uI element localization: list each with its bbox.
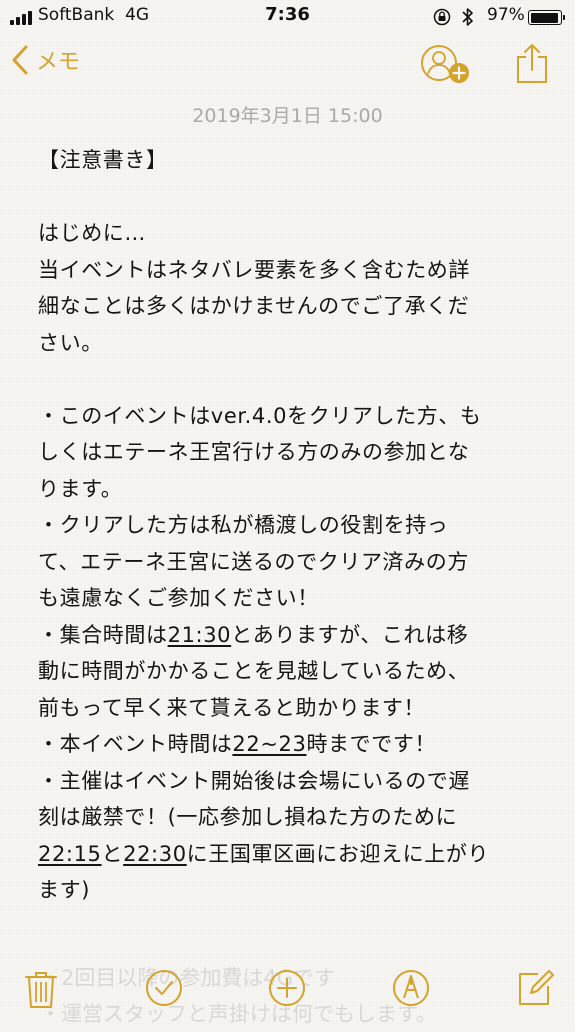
- note-line-text: ります。: [38, 476, 123, 501]
- note-line-text: 当イベントはネタバレ要素を多く含むため詳: [38, 257, 470, 282]
- note-line-text: ・クリアした方は私が橋渡しの役割を持っ: [38, 513, 449, 537]
- status-bar: SoftBank 4G 7:36 97%: [0, 0, 575, 34]
- note-line-text: 細なことは多くはかけませんのでご了承くだ: [38, 294, 470, 318]
- orientation-lock-icon: [433, 8, 451, 26]
- note-line-text: とありますが、これは移: [231, 622, 469, 647]
- note-line-text: ・本イベント時間は: [38, 732, 233, 756]
- note-line: て、エテーネ王宮に送るのでクリア済みの方: [38, 544, 550, 581]
- note-line: [38, 179, 550, 216]
- battery-percent: 97%: [487, 5, 525, 25]
- underlined-time: 21:30: [167, 622, 232, 647]
- note-line: ・本イベント時間は22~23時までです！: [38, 726, 550, 763]
- note-line: ・クリアした方は私が橋渡しの役割を持っ: [38, 507, 550, 544]
- note-line: 22:15と22:30に王国軍区画にお迎えに上がり: [38, 836, 550, 873]
- note-line-text: 時までです！: [306, 732, 437, 756]
- note-line-text: 前もって早く来て貰えると助かります！: [38, 695, 426, 720]
- note-line: 刻は厳禁で！(一応参加し損ねた方のために: [38, 799, 550, 836]
- note-line-text: も遠慮なくご参加ください！: [38, 586, 319, 610]
- back-button-label: メモ: [36, 50, 81, 75]
- note-line-text: ます): [38, 878, 90, 902]
- note-line-text: ・集合時間は: [38, 622, 168, 647]
- note-line: ・集合時間は21:30とありますが、これは移: [38, 617, 550, 654]
- note-line: 当イベントはネタバレ要素を多く含むため詳: [38, 252, 550, 289]
- note-line: はじめに…: [38, 215, 550, 252]
- note-line-text: しくはエテーネ王宮行ける方のみの参加とな: [38, 440, 470, 464]
- person-add-icon[interactable]: [420, 44, 474, 86]
- add-icon[interactable]: [267, 968, 307, 1008]
- note-line: 【注意書き】: [38, 142, 550, 179]
- note-line-text: ・このイベントはver.4.0をクリアした方、も: [38, 403, 482, 428]
- note-line-text: さい。: [38, 330, 103, 355]
- note-line: ります。: [38, 471, 550, 508]
- note-line-text: 動に時間がかかることを見越しているため、: [38, 659, 470, 683]
- note-line-text: ・主催はイベント開始後は会場にいるので遅: [38, 768, 470, 793]
- battery-fill: [530, 12, 558, 23]
- note-line: ます): [38, 872, 550, 909]
- trash-icon[interactable]: [24, 970, 58, 1010]
- note-line-text: はじめに…: [38, 221, 146, 245]
- bluetooth-icon: [462, 8, 473, 26]
- note-line: さい。: [38, 325, 550, 362]
- share-icon[interactable]: [515, 42, 549, 84]
- note-line-text: と: [101, 841, 124, 866]
- underlined-time: 22:30: [123, 841, 187, 866]
- bottom-toolbar: [0, 958, 575, 1024]
- markup-icon[interactable]: [391, 968, 431, 1008]
- note-line: [38, 361, 550, 398]
- battery-icon: [528, 10, 565, 25]
- note-date: 2019年3月1日 15:00: [192, 105, 383, 127]
- checklist-icon[interactable]: [144, 968, 184, 1008]
- underlined-time: 22:15: [38, 841, 102, 866]
- note-line-text: 【注意書き】: [38, 148, 168, 172]
- note-line-text: に王国軍区画にお迎えに上がり: [186, 841, 490, 866]
- note-line: 細なことは多くはかけませんのでご了承くだ: [38, 288, 550, 325]
- note-text[interactable]: 【注意書き】 はじめに… 当イベントはネタバレ要素を多く含むため詳 細なことは多くはか…: [38, 142, 550, 909]
- note-line: しくはエテーネ王宮行ける方のみの参加とな: [38, 434, 550, 471]
- compose-icon[interactable]: [516, 970, 554, 1008]
- note-line: 動に時間がかかることを見越しているため、: [38, 653, 550, 690]
- note-line: 前もって早く来て貰えると助かります！: [38, 690, 550, 727]
- note-line: も遠慮なくご参加ください！: [38, 580, 550, 617]
- chevron-left-icon: [12, 45, 28, 75]
- underlined-time: 22~23: [232, 732, 307, 756]
- note-line: ・主催はイベント開始後は会場にいるので遅: [38, 763, 550, 800]
- note-line-text: 刻は厳禁で！(一応参加し損ねた方のために: [38, 805, 458, 829]
- note-line: ・このイベントはver.4.0をクリアした方、も: [38, 398, 550, 435]
- back-button[interactable]: メモ: [12, 44, 80, 76]
- note-line-text: て、エテーネ王宮に送るのでクリア済みの方: [38, 549, 469, 574]
